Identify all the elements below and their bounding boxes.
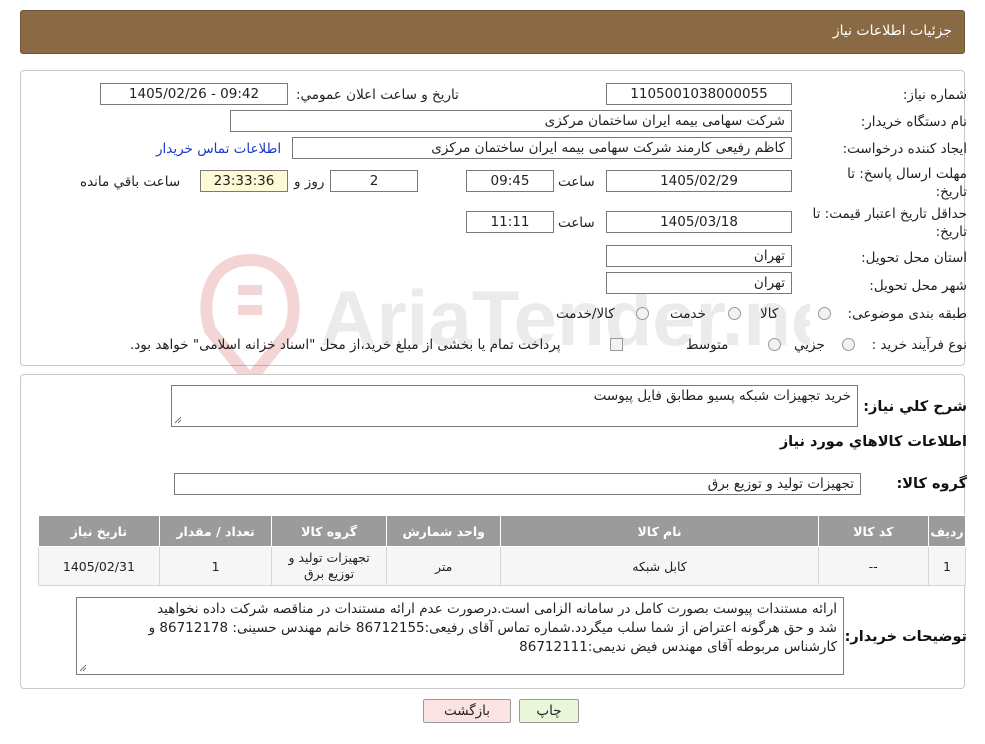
deadline-time-field: 09:45: [466, 170, 554, 192]
buyer-org-field: شرکت سهامی بیمه ایران ساختمان مرکزی: [230, 110, 792, 132]
buyer-contact-link[interactable]: اطلاعات تماس خريدار: [156, 141, 281, 157]
header-goods-code: کد کالا: [817, 515, 930, 547]
cell-goods-group: تجهیزات تولید و توزیع برق: [271, 546, 387, 586]
goods-table: رديف کد کالا نام کالا واحد شمارش گروه کا…: [38, 515, 966, 586]
treasury-payment-note: پرداخت تمام یا بخشی از مبلغ خرید،از محل …: [130, 337, 561, 353]
page-title: جزئیات اطلاعات نیاز: [832, 23, 952, 39]
goods-table-header: رديف کد کالا نام کالا واحد شمارش گروه کا…: [38, 515, 966, 547]
buyer-notes-line-1: ارائه مستندات پیوست بصورت کامل در سامانه…: [157, 601, 837, 617]
print-button[interactable]: چاپ: [519, 699, 579, 723]
cell-quantity: 1: [158, 546, 273, 586]
cell-goods-name: کابل شبکه: [500, 546, 819, 586]
process-type-label: نوع فرآيند خريد :: [871, 337, 967, 353]
process-minor-radio[interactable]: [842, 338, 855, 351]
header-need-date: تاريخ نياز: [38, 515, 160, 547]
process-medium-radio[interactable]: [768, 338, 781, 351]
header-unit: واحد شمارش: [385, 515, 502, 547]
header-goods-group: گروه کالا: [271, 515, 387, 547]
cell-need-date: 1405/02/31: [38, 546, 160, 586]
category-goods-service-radio[interactable]: [636, 307, 649, 320]
header-goods-name: نام کالا: [500, 515, 819, 547]
city-field: تهران: [606, 272, 792, 294]
category-goods-service-label: کالا/خدمت: [556, 306, 615, 322]
goods-group-label: گروه کالا:: [896, 476, 967, 492]
resize-grip-icon: [79, 664, 87, 672]
back-button[interactable]: بازگشت: [423, 699, 511, 723]
category-service-label: خدمت: [670, 306, 706, 322]
city-label: شهر محل تحويل:: [869, 278, 967, 294]
goods-group-field: تجهیزات تولید و توزیع برق: [174, 473, 861, 495]
summary-textarea[interactable]: خرید تجهیزات شبکه پسیو مطابق فایل پیوست: [171, 385, 858, 427]
time-remaining-field: 23:33:36: [200, 170, 288, 192]
creator-label: ايجاد کننده درخواست:: [842, 141, 967, 157]
need-number-field: 1105001038000055: [606, 83, 792, 105]
province-field: تهران: [606, 245, 792, 267]
price-validity-date-field: 1405/03/18: [606, 211, 792, 233]
category-service-radio[interactable]: [728, 307, 741, 320]
price-validity-label-line1: حداقل تاريخ اعتبار قيمت: تا: [812, 206, 967, 222]
buyer-notes-textarea[interactable]: ارائه مستندات پیوست بصورت کامل در سامانه…: [76, 597, 844, 675]
province-label: استان محل تحويل:: [861, 250, 967, 266]
cell-row-number: 1: [928, 546, 966, 586]
days-label: روز و: [294, 174, 325, 190]
category-label: طبقه بندی موضوعی:: [847, 306, 967, 322]
treasury-payment-checkbox[interactable]: [610, 338, 623, 351]
deadline-label-line2: تاريخ:: [935, 184, 967, 200]
page-header: جزئیات اطلاعات نیاز: [20, 10, 965, 54]
buyer-org-label: نام دستگاه خريدار:: [860, 114, 967, 130]
category-goods-radio[interactable]: [818, 307, 831, 320]
summary-label: شرح کلي نياز:: [863, 399, 967, 415]
table-row: 1 -- کابل شبکه متر تجهیزات تولید و توزیع…: [38, 546, 966, 586]
header-quantity: تعداد / مقدار: [158, 515, 273, 547]
process-medium-label: متوسط: [686, 337, 729, 353]
announce-label: تاریخ و ساعت اعلان عمومي:: [296, 87, 459, 103]
price-validity-time-field: 11:11: [466, 211, 554, 233]
deadline-label-line1: مهلت ارسال پاسخ: تا: [847, 166, 967, 182]
price-validity-label-line2: تاريخ:: [935, 224, 967, 240]
process-minor-label: جزيي: [794, 337, 825, 353]
deadline-time-label: ساعت: [558, 174, 595, 190]
category-goods-label: کالا: [760, 306, 779, 322]
buyer-notes-label: توضيحات خريدار:: [844, 629, 967, 645]
header-row-number: رديف: [928, 515, 966, 547]
creator-field: کاظم رفیعی کارمند شرکت سهامی بیمه ایران …: [292, 137, 792, 159]
buyer-notes-line-3: کارشناس مربوطه آقای مهندس فیض ندیمی:8671…: [519, 639, 837, 655]
days-remaining-field: 2: [330, 170, 418, 192]
cell-goods-code: --: [817, 546, 930, 586]
buyer-notes-line-2: شد و حق هرگونه اعتراض از شما سلب میگردد.…: [148, 620, 837, 636]
announce-datetime-field: 1405/02/26 - 09:42: [100, 83, 288, 105]
cell-unit: متر: [385, 546, 502, 586]
need-number-label: شماره نیاز:: [902, 87, 967, 103]
deadline-date-field: 1405/02/29: [606, 170, 792, 192]
price-validity-time-label: ساعت: [558, 215, 595, 231]
goods-table-container: رديف کد کالا نام کالا واحد شمارش گروه کا…: [38, 515, 966, 586]
resize-grip-icon: [174, 416, 182, 424]
goods-section-title: اطلاعات کالاهاي مورد نياز: [779, 434, 967, 450]
time-remaining-label: ساعت باقي مانده: [80, 174, 181, 190]
